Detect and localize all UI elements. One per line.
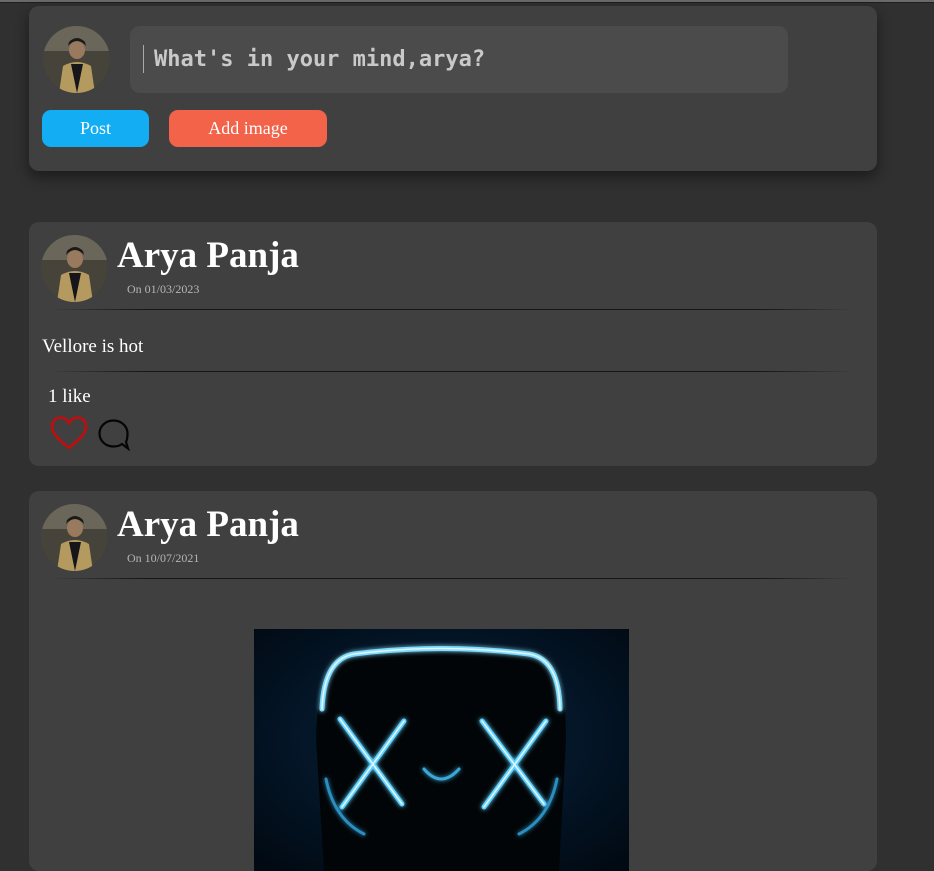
post-composer: Post Add image [29, 6, 877, 171]
text-caret [143, 45, 144, 73]
header-divider [49, 578, 855, 579]
avatar[interactable] [41, 504, 108, 571]
comment-icon[interactable] [97, 418, 130, 451]
post-button[interactable]: Post [42, 110, 149, 147]
post-author[interactable]: Arya Panja [117, 503, 299, 546]
window-top-edge [0, 0, 934, 3]
post-date: On 01/03/2023 [127, 282, 200, 296]
post-image[interactable] [254, 629, 629, 871]
avatar[interactable] [41, 235, 108, 302]
content-divider [49, 371, 855, 372]
post-date: On 10/07/2021 [127, 551, 200, 565]
header-divider [49, 309, 855, 310]
avatar[interactable] [43, 26, 110, 93]
post-author[interactable]: Arya Panja [117, 234, 299, 277]
like-count: 1 like [48, 386, 91, 407]
post-text: Vellore is hot [42, 336, 144, 357]
add-image-button[interactable]: Add image [169, 110, 327, 147]
heart-icon[interactable] [49, 415, 89, 451]
post-card: Arya Panja On 01/03/2023 Vellore is hot … [29, 222, 877, 466]
status-input[interactable] [130, 26, 788, 93]
post-card: Arya Panja On 10/07/2021 [29, 491, 877, 871]
